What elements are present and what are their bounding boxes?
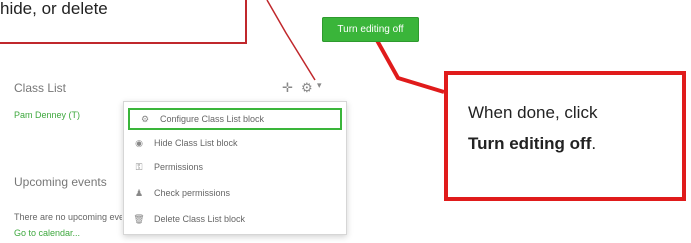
class-list-member-link[interactable]: Pam Denney (T)	[14, 110, 80, 120]
gear-icon[interactable]: ⚙	[301, 80, 313, 96]
key-icon: ⚿	[135, 161, 143, 172]
upcoming-events-empty-text: There are no upcoming events	[14, 212, 122, 222]
turn-editing-off-button[interactable]: Turn editing off	[322, 17, 419, 42]
menu-item-label: Delete Class List block	[154, 214, 246, 224]
gear-icon: ⚙	[140, 113, 150, 124]
menu-item-label: Permissions	[154, 162, 204, 172]
callout-emphasis: Turn editing off	[468, 134, 592, 153]
callout-text-line1: When done, click	[468, 103, 598, 122]
chevron-down-icon[interactable]: ▾	[317, 80, 322, 91]
user-icon: ♟	[134, 187, 144, 198]
upcoming-events-title: Upcoming events	[14, 175, 107, 189]
menu-item-delete[interactable]: 🗑 Delete Class List block	[124, 208, 346, 230]
move-icon[interactable]: ✛	[282, 80, 293, 96]
callout-text-line2: Turn editing off.	[468, 134, 596, 154]
callout-box-right: When done, click Turn editing off.	[444, 71, 686, 201]
callout-period: .	[591, 134, 597, 153]
trash-icon: 🗑	[133, 213, 145, 224]
menu-item-label: Hide Class List block	[154, 138, 238, 148]
menu-item-hide[interactable]: ◉ Hide Class List block	[124, 132, 346, 154]
menu-item-configure[interactable]: ⚙ Configure Class List block	[128, 108, 342, 130]
go-to-calendar-link[interactable]: Go to calendar...	[14, 228, 80, 238]
menu-item-label: Check permissions	[154, 188, 231, 198]
menu-item-permissions[interactable]: ⚿ Permissions	[124, 156, 346, 178]
class-list-block-title: Class List	[14, 81, 67, 95]
block-actions-menu: ⚙ Configure Class List block ◉ Hide Clas…	[123, 101, 347, 235]
menu-item-label: Configure Class List block	[160, 114, 265, 124]
callout-text-top-left: hide, or delete	[0, 0, 108, 18]
menu-item-check-permissions[interactable]: ♟ Check permissions	[124, 182, 346, 204]
eye-icon: ◉	[135, 137, 143, 148]
